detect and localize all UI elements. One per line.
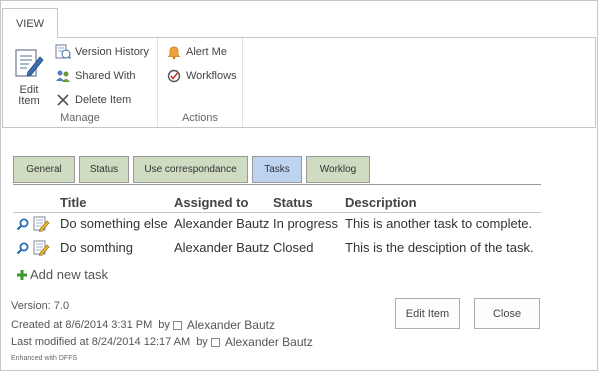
view-magnifier-icon[interactable]	[16, 217, 30, 231]
shared-with-icon	[56, 70, 70, 82]
shared-with-button[interactable]: Shared With	[55, 67, 136, 85]
ribbon-group-manage: Edit Item Version History Shared With De…	[3, 38, 158, 127]
delete-icon	[57, 94, 69, 106]
task-title: Do something else	[60, 216, 168, 231]
header-divider	[13, 212, 541, 213]
add-new-task-link[interactable]: Add new task	[16, 267, 108, 282]
tabs-divider	[13, 184, 541, 185]
task-status: Closed	[273, 240, 314, 255]
tab-tasks[interactable]: Tasks	[252, 156, 302, 183]
column-header-title: Title	[60, 195, 87, 210]
bell-icon	[167, 46, 181, 60]
modified-text: Last modified at 8/24/2014 12:17 AM	[11, 336, 191, 348]
modified-by-user[interactable]: Alexander Bautz	[225, 335, 313, 349]
manage-group-label: Manage	[60, 112, 100, 124]
version-info: Version: 7.0	[11, 300, 69, 312]
table-row-actions	[16, 216, 52, 232]
tab-general[interactable]: General	[13, 156, 75, 183]
modified-by-text: by	[196, 336, 208, 348]
user-presence-icon	[210, 337, 220, 347]
edit-item-icon	[15, 49, 44, 77]
version-history-button[interactable]: Version History	[55, 43, 149, 61]
task-description: This is the desciption of the task.	[345, 240, 534, 255]
shared-with-label: Shared With	[75, 70, 136, 82]
tab-status[interactable]: Status	[79, 156, 129, 183]
created-text: Created at 8/6/2014 3:31 PM	[11, 319, 153, 331]
edit-item-label-line2: Item	[18, 95, 40, 107]
workflows-label: Workflows	[186, 70, 237, 82]
edit-pencil-icon[interactable]	[32, 216, 50, 232]
edit-pencil-icon[interactable]	[32, 240, 50, 256]
actions-group-label: Actions	[181, 112, 219, 124]
alert-me-button[interactable]: Alert Me	[166, 43, 227, 61]
ribbon-tab-view[interactable]: VIEW	[2, 8, 58, 38]
delete-item-button[interactable]: Delete Item	[55, 91, 131, 109]
plus-icon	[17, 269, 27, 280]
table-row-actions	[16, 240, 52, 256]
add-new-task-label: Add new task	[30, 267, 109, 282]
modified-info: Last modified at 8/24/2014 12:17 AM by A…	[11, 335, 313, 349]
ribbon-group-actions: Alert Me Workflows Actions	[158, 38, 243, 127]
form-tabs: General Status Use correspondance Tasks …	[13, 156, 374, 183]
delete-item-label: Delete Item	[75, 94, 132, 106]
column-header-description: Description	[345, 195, 417, 210]
ribbon: Edit Item Version History Shared With De…	[2, 37, 596, 128]
close-button[interactable]: Close	[474, 298, 540, 329]
version-text: Version: 7.0	[11, 300, 70, 312]
task-assigned-to: Alexander Bautz	[174, 240, 270, 255]
user-presence-icon	[172, 320, 182, 330]
task-assigned-to: Alexander Bautz	[174, 216, 270, 231]
tab-worklog[interactable]: Worklog	[306, 156, 370, 183]
tab-use-correspondance[interactable]: Use correspondance	[133, 156, 248, 183]
edit-item-button[interactable]: Edit Item	[395, 298, 460, 329]
workflows-button[interactable]: Workflows	[166, 67, 237, 85]
version-history-label: Version History	[75, 46, 149, 58]
alert-me-label: Alert Me	[186, 46, 227, 58]
enhanced-with-dffs-text: Enhanced with DFFS	[11, 355, 78, 362]
created-by-user[interactable]: Alexander Bautz	[187, 318, 275, 332]
created-by-text: by	[158, 319, 170, 331]
column-header-status: Status	[273, 195, 313, 210]
task-title: Do somthing	[60, 240, 133, 255]
task-status: In progress	[273, 216, 339, 231]
view-magnifier-icon[interactable]	[16, 241, 30, 255]
column-header-assigned-to: Assigned to	[174, 195, 249, 210]
edit-item-ribbon-button[interactable]: Edit Item	[11, 48, 47, 108]
workflow-icon	[167, 69, 181, 83]
created-info: Created at 8/6/2014 3:31 PM by Alexander…	[11, 318, 275, 332]
task-description: This is another task to complete.	[345, 216, 533, 231]
version-history-icon	[55, 44, 71, 60]
